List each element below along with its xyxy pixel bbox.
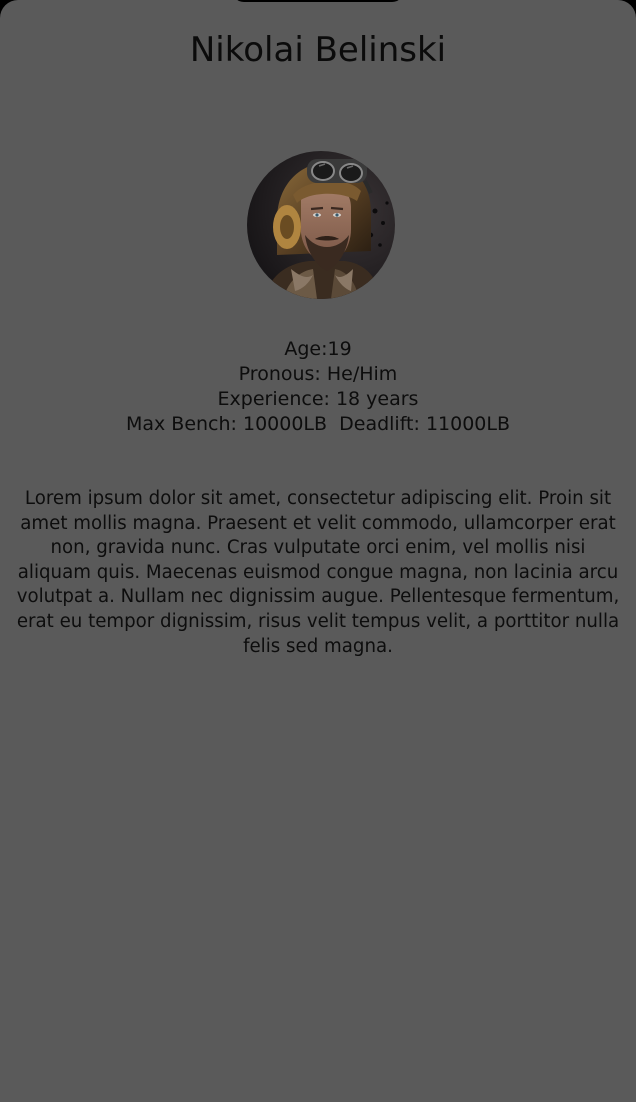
lifts-text: Max Bench: 10000LB Deadlift: 11000LB [125,413,511,435]
pronouns-text: Pronous: He/Him [238,363,398,385]
profile-screen: Nikolai Belinski Age:19 Pronous: He/Him … [0,0,636,1102]
device-notch [232,0,404,2]
bio-text: Lorem ipsum dolor sit amet, consectetur … [16,488,620,657]
aviator-portrait-icon [247,151,395,299]
experience-text: Experience: 18 years [217,388,419,410]
profile-stats: Age:19 Pronous: He/Him Experience: 18 ye… [0,337,636,437]
age-text: Age:19 [284,338,352,360]
page-title: Nikolai Belinski [189,30,447,70]
avatar [247,151,395,299]
